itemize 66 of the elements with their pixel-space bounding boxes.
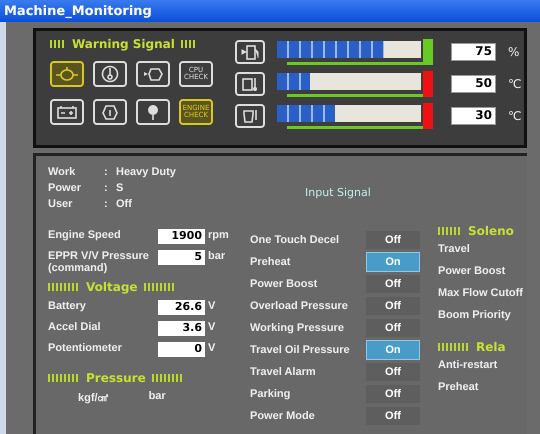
reading-label: Battery [48, 300, 87, 312]
gauge-value: 50 [451, 74, 496, 92]
reading-label: Engine Speed [48, 229, 122, 241]
colon: : [104, 198, 109, 212]
gauge-value: 30 [451, 106, 496, 124]
signal-label: Working Pressure [250, 322, 345, 334]
solenoid-label: Max Flow Cutoff [438, 287, 523, 299]
info-value: Off [116, 198, 133, 212]
reading-label: Potentiometer [48, 342, 123, 354]
colon: : [104, 182, 109, 196]
section-title: Input Signal [305, 186, 371, 199]
signal-state: On [366, 340, 420, 360]
unit-label: bar [148, 390, 166, 404]
signal-label: Overload Pressure [250, 300, 349, 312]
unit-label: % [508, 44, 520, 58]
signal-state: Off [366, 319, 420, 337]
section-header: Voltage [48, 280, 250, 294]
info-value: Heavy Duty [116, 166, 177, 180]
reading-label: Accel Dial [48, 321, 102, 333]
signal-state: On [366, 252, 420, 272]
solenoid-label: Boom Priority [438, 309, 511, 321]
gauge-value: 75 [451, 42, 496, 60]
unit-label: ℃ [508, 76, 522, 90]
thermometer-icon [241, 76, 259, 92]
signal-label: Parking [250, 388, 292, 400]
signal-state: Off [366, 407, 420, 425]
signal-label: Travel Oil Pressure [250, 344, 351, 356]
signal-label: Travel Alarm [250, 366, 317, 378]
signal-label: One Touch Decel [250, 234, 340, 246]
unit-label: rpm [208, 229, 230, 241]
info-label: Power [48, 182, 82, 196]
unit-label: ℃ [508, 108, 522, 122]
unit-label: V [208, 321, 216, 333]
signal-label: Power Mode [250, 410, 316, 422]
unit-label: bar [208, 250, 226, 262]
solenoid-label: Power Boost [438, 265, 506, 277]
signal-state: Off [366, 385, 420, 403]
section-header: Soleno [438, 224, 527, 238]
signal-state: Off [366, 297, 420, 315]
signal-state: Off [366, 231, 420, 249]
signal-state: Off [366, 363, 420, 381]
section-header: Pressure [48, 371, 250, 385]
relay-label: Preheat [438, 381, 478, 393]
info-value: S [116, 182, 124, 196]
reading-field: 1900 [158, 229, 205, 244]
info-label: User [48, 198, 74, 212]
reading-field: 26.6 [158, 300, 205, 315]
unit-label: kgf/㎠ [78, 391, 109, 405]
reading-field: 3.6 [158, 321, 205, 336]
window-title: Machine_Monitoring [0, 0, 540, 22]
battery-icon [56, 105, 78, 119]
signal-label: Power Boost [250, 278, 318, 290]
unit-label: V [208, 342, 216, 354]
reading-field: 5 [158, 250, 205, 265]
colon: : [104, 166, 109, 180]
reading-label: EPPR V/V Pressure (command) [48, 250, 150, 274]
thermometer-icon [101, 65, 119, 83]
unit-label: V [208, 300, 216, 312]
signal-state: Off [366, 275, 420, 293]
solenoid-label: Travel [438, 243, 470, 255]
section-header: Rela [438, 340, 527, 354]
relay-label: Anti-restart [438, 359, 498, 371]
signal-label: Preheat [250, 256, 292, 268]
info-label: Work [48, 166, 76, 180]
section-header: Warning Signal [50, 37, 213, 51]
reading-field: 0 [158, 342, 205, 357]
